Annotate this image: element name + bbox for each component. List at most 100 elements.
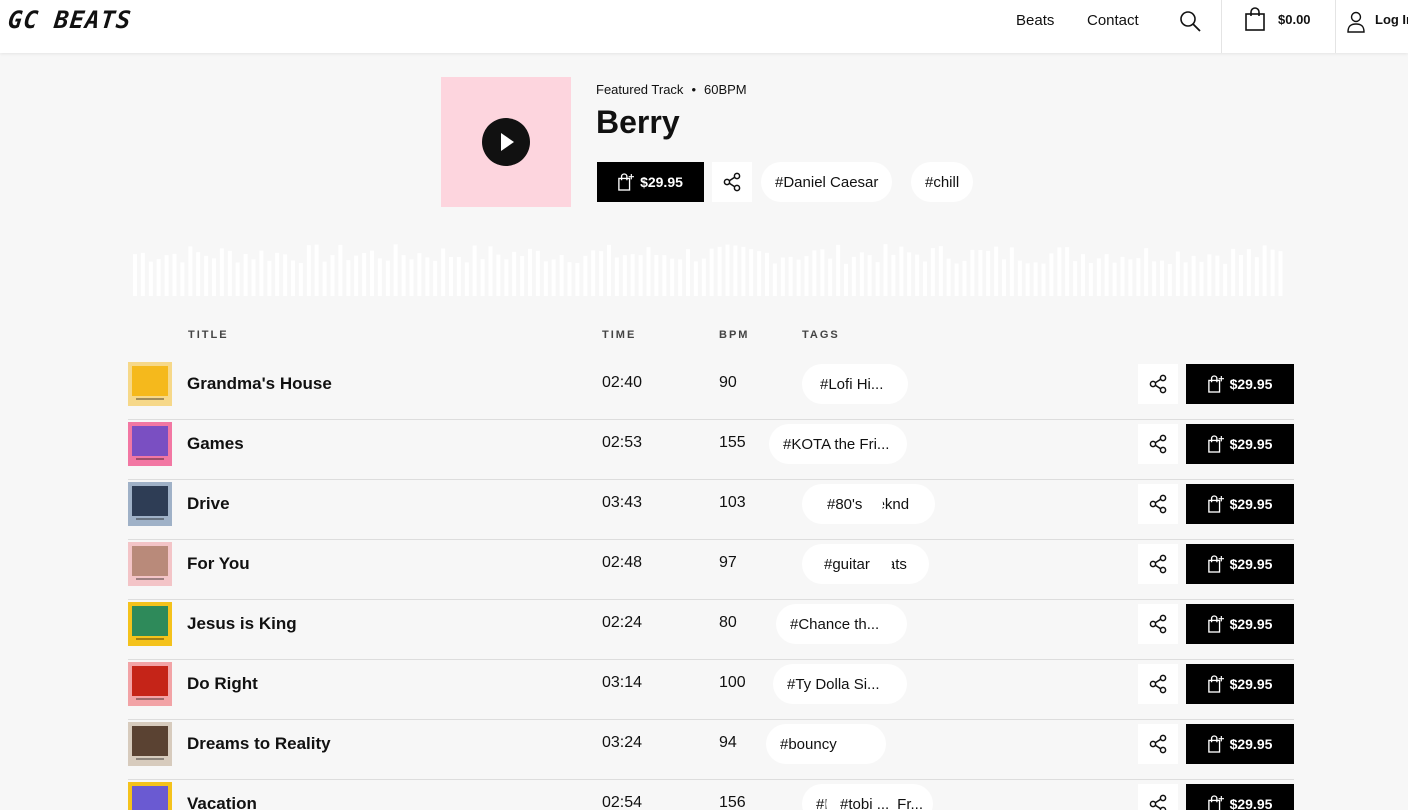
waveform-bar	[354, 255, 359, 296]
waveform-bar	[219, 248, 224, 296]
share-icon	[723, 172, 741, 192]
waveform-bar	[140, 252, 145, 296]
column-header-bpm[interactable]: BPM	[719, 329, 749, 341]
waveform-bar	[851, 256, 856, 296]
track-title[interactable]: Dreams to Reality	[187, 734, 331, 754]
track-thumbnail[interactable]	[128, 482, 172, 526]
track-share-button[interactable]	[1138, 664, 1178, 704]
waveform-bar	[1112, 262, 1117, 296]
track-thumbnail[interactable]	[128, 542, 172, 586]
featured-cover[interactable]	[441, 77, 571, 207]
track-title[interactable]: For You	[187, 554, 250, 574]
cart-total[interactable]: $0.00	[1278, 12, 1311, 27]
column-header-title[interactable]: TITLE	[188, 329, 229, 341]
track-buy-button[interactable]: $29.95	[1186, 604, 1294, 644]
column-header-time[interactable]: TIME	[602, 329, 636, 341]
waveform-bar	[859, 252, 864, 296]
waveform-bar	[393, 244, 398, 296]
track-row[interactable]: Grandma's House02:4090#KOTA the ...#Lofi…	[128, 360, 1294, 420]
track-price: $29.95	[1229, 436, 1273, 452]
nav-beats-link[interactable]: Beats	[1016, 12, 1054, 29]
track-share-button[interactable]	[1138, 724, 1178, 764]
site-logo[interactable]: GC BEATS	[7, 6, 134, 34]
track-buy-button[interactable]: $29.95	[1186, 724, 1294, 764]
cart-icon[interactable]	[1244, 7, 1266, 31]
track-share-button[interactable]	[1138, 784, 1178, 810]
waveform-bar	[907, 252, 912, 296]
track-share-button[interactable]	[1138, 484, 1178, 524]
track-row[interactable]: Drive03:43103#The Weeknd#80's$29.95	[128, 480, 1294, 540]
track-buy-button[interactable]: $29.95	[1186, 784, 1294, 810]
cart-add-icon	[1207, 675, 1224, 693]
track-title[interactable]: Grandma's House	[187, 374, 332, 394]
featured-tag[interactable]: #Daniel Caesar	[761, 162, 893, 202]
track-share-button[interactable]	[1138, 544, 1178, 584]
track-bpm: 94	[719, 734, 737, 751]
track-thumbnail[interactable]	[128, 422, 172, 466]
track-tag[interactable]: #Lofi Hi...	[806, 364, 907, 404]
track-tag[interactable]: #tobi ...	[826, 784, 898, 810]
waveform[interactable]	[133, 244, 1285, 296]
track-title[interactable]: Drive	[187, 494, 230, 514]
track-buy-button[interactable]: $29.95	[1186, 544, 1294, 584]
track-share-button[interactable]	[1138, 364, 1178, 404]
featured-buy-button[interactable]: $29.95	[597, 162, 704, 202]
track-row[interactable]: Vacation02:54156#KOTA The Fr...#tobi ...…	[128, 780, 1294, 810]
share-icon	[1149, 734, 1167, 754]
track-buy-button[interactable]: $29.95	[1186, 484, 1294, 524]
nav-contact-link[interactable]: Contact	[1087, 12, 1139, 29]
track-title[interactable]: Do Right	[187, 674, 258, 694]
track-title[interactable]: Jesus is King	[187, 614, 297, 634]
track-tag[interactable]: #bouncy	[766, 724, 863, 764]
waveform-bar	[346, 260, 351, 296]
featured-tag[interactable]: #chill	[911, 162, 974, 202]
waveform-bar	[836, 244, 841, 296]
column-header-tags: TAGS	[802, 329, 840, 341]
user-icon[interactable]	[1346, 11, 1366, 33]
waveform-bar	[662, 255, 667, 296]
track-thumbnail[interactable]	[128, 782, 172, 810]
track-row[interactable]: For You02:4897#Pink Sweats#guitar$29.95	[128, 540, 1294, 600]
waveform-bar	[204, 255, 209, 296]
waveform-bar	[196, 252, 201, 296]
track-tag[interactable]: #KOTA the Fri...	[769, 424, 907, 464]
track-buy-button[interactable]: $29.95	[1186, 364, 1294, 404]
track-title[interactable]: Vacation	[187, 794, 257, 810]
track-row[interactable]: Do Right03:14100#Doja ...#Ty Dolla Si...…	[128, 660, 1294, 720]
track-thumbnail[interactable]	[128, 602, 172, 646]
featured-title[interactable]: Berry	[596, 104, 680, 141]
track-share-button[interactable]	[1138, 604, 1178, 644]
track-thumbnail[interactable]	[128, 362, 172, 406]
search-icon[interactable]	[1178, 9, 1202, 33]
track-row[interactable]: Jesus is King02:2480#Kany...#Chance th..…	[128, 600, 1294, 660]
track-bpm: 97	[719, 554, 737, 571]
track-title[interactable]: Games	[187, 434, 244, 454]
thumbnail-caption	[136, 578, 164, 580]
cart-add-icon	[1207, 735, 1224, 753]
track-tag[interactable]: #guitar	[810, 544, 892, 584]
waveform-bar	[1270, 249, 1275, 296]
login-link[interactable]: Log In	[1375, 12, 1408, 27]
waveform-bar	[583, 255, 588, 296]
track-row[interactable]: Games02:53155#tobi ...#KOTA the Fri...$2…	[128, 420, 1294, 480]
track-thumbnail[interactable]	[128, 662, 172, 706]
play-icon[interactable]	[482, 118, 530, 166]
featured-share-button[interactable]	[712, 162, 752, 202]
waveform-bar	[686, 249, 690, 296]
track-tag[interactable]: #Ty Dolla Si...	[773, 664, 907, 704]
track-buy-button[interactable]: $29.95	[1186, 424, 1294, 464]
track-buy-button[interactable]: $29.95	[1186, 664, 1294, 704]
track-thumbnail[interactable]	[128, 722, 172, 766]
waveform-bar	[1081, 254, 1085, 296]
waveform-bar	[1215, 255, 1220, 296]
share-icon	[1149, 614, 1167, 634]
track-share-button[interactable]	[1138, 424, 1178, 464]
waveform-bar	[1009, 247, 1014, 296]
track-row[interactable]: Dreams to Reality03:2494#drake#bouncy$29…	[128, 720, 1294, 780]
waveform-bar	[156, 259, 161, 296]
waveform-bar	[1167, 264, 1172, 296]
track-tag[interactable]: #80's	[813, 484, 883, 524]
waveform-bar	[1002, 259, 1006, 296]
waveform-bar	[1120, 256, 1125, 296]
track-tag[interactable]: #Chance th...	[776, 604, 907, 644]
